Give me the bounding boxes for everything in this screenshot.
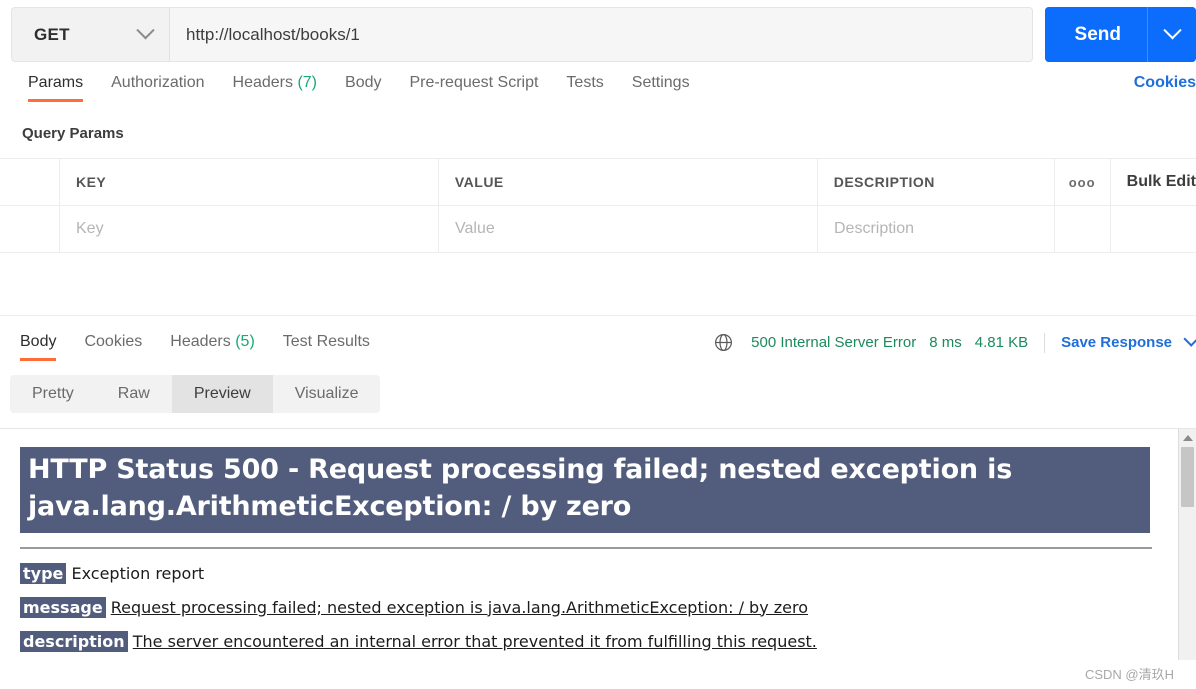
meta-divider: [1044, 332, 1046, 353]
error-banner: HTTP Status 500 - Request processing fai…: [20, 447, 1150, 533]
watermark: CSDN @清玖H: [1084, 667, 1174, 682]
response-tab-headers-label: Headers: [170, 333, 231, 350]
row-spacer-bulk: [1111, 206, 1196, 252]
error-label-type: type: [20, 562, 67, 584]
tab-pre-request-script[interactable]: Pre-request Script: [395, 74, 552, 102]
query-params-title: Query Params: [22, 125, 124, 142]
http-method-selector[interactable]: GET: [11, 7, 169, 62]
more-options-icon: ooo: [1068, 174, 1096, 190]
tab-headers-label: Headers: [232, 74, 293, 91]
chevron-down-icon: [1162, 21, 1182, 40]
view-mode-visualize-label: Visualize: [294, 385, 359, 402]
view-mode-group: Pretty Raw Preview Visualize: [10, 375, 381, 413]
error-label-message: message: [20, 596, 106, 618]
response-size: 4.81 KB: [974, 334, 1029, 351]
send-button[interactable]: Send: [1044, 7, 1147, 62]
table-header-row: KEY VALUE DESCRIPTION ooo Bulk Edit: [0, 159, 1196, 206]
bulk-edit-label: Bulk Edit: [1126, 173, 1196, 190]
response-tab-test-results-label: Test Results: [282, 333, 370, 350]
status-badge: 500 Internal Server Error: [751, 334, 917, 351]
save-response-button[interactable]: Save Response: [1061, 334, 1172, 351]
response-meta: 500 Internal Server Error 8 ms 4.81 KB S…: [713, 331, 1196, 353]
param-description-input[interactable]: Description: [818, 206, 1055, 252]
param-value-placeholder: Value: [455, 220, 495, 237]
view-mode-pretty[interactable]: Pretty: [10, 375, 96, 413]
column-header-description: DESCRIPTION: [818, 159, 1055, 205]
view-mode-visualize[interactable]: Visualize: [273, 375, 381, 413]
response-tab-headers-count: (5): [235, 333, 255, 350]
response-tab-body-label: Body: [20, 333, 57, 350]
tab-headers-count: (7): [297, 74, 318, 91]
tab-pre-request-script-label: Pre-request Script: [409, 74, 539, 91]
request-url-bar: GET http://localhost/books/1 Send: [0, 0, 1196, 62]
tab-params-label: Params: [28, 74, 84, 91]
globe-icon: [713, 332, 734, 353]
tab-tests-label: Tests: [566, 74, 604, 91]
select-all-checkbox-cell[interactable]: [0, 159, 60, 205]
view-mode-raw-label: Raw: [117, 385, 150, 402]
response-view-modes: Pretty Raw Preview Visualize: [0, 361, 1196, 413]
view-mode-preview-label: Preview: [193, 385, 251, 402]
tab-authorization-label: Authorization: [111, 74, 205, 91]
view-mode-raw[interactable]: Raw: [96, 375, 172, 413]
column-header-value-label: VALUE: [454, 174, 504, 190]
response-tab-cookies[interactable]: Cookies: [70, 333, 156, 361]
error-value-description: The server encountered an internal error…: [132, 631, 817, 651]
response-preview-pane: HTTP Status 500 - Request processing fai…: [0, 428, 1196, 660]
request-response-gap: [0, 253, 1196, 315]
triangle-up-icon: [1182, 434, 1193, 441]
column-header-key-label: KEY: [75, 174, 107, 190]
chevron-down-icon: [136, 21, 155, 40]
tab-settings[interactable]: Settings: [618, 74, 704, 102]
url-input[interactable]: http://localhost/books/1: [169, 7, 1033, 62]
param-key-input[interactable]: Key: [60, 206, 439, 252]
row-checkbox-cell[interactable]: [0, 206, 60, 252]
request-tabs: Params Authorization Headers (7) Body Pr…: [0, 58, 1196, 103]
column-header-description-label: DESCRIPTION: [833, 174, 935, 190]
bulk-edit-button[interactable]: Bulk Edit: [1111, 159, 1196, 205]
table-options-button[interactable]: ooo: [1055, 159, 1111, 205]
error-value-message: Request processing failed; nested except…: [110, 597, 809, 617]
response-tab-cookies-label: Cookies: [84, 333, 143, 350]
param-description-placeholder: Description: [834, 220, 915, 237]
table-row: Key Value Description: [0, 206, 1196, 252]
response-tab-headers[interactable]: Headers (5): [156, 333, 269, 361]
tab-settings-label: Settings: [631, 74, 690, 91]
view-mode-preview[interactable]: Preview: [171, 375, 273, 413]
response-tabs: Body Cookies Headers (5) Test Results 50…: [0, 316, 1196, 361]
view-mode-pretty-label: Pretty: [32, 385, 74, 402]
send-options-button[interactable]: [1147, 7, 1196, 62]
param-key-placeholder: Key: [76, 220, 104, 237]
cookies-link[interactable]: Cookies: [1134, 74, 1196, 92]
row-spacer-dots: [1055, 206, 1111, 252]
error-row-description: description The server encountered an in…: [20, 630, 1172, 652]
response-preview-content: HTTP Status 500 - Request processing fai…: [0, 429, 1196, 652]
query-params-table: KEY VALUE DESCRIPTION ooo Bulk Edit Key …: [0, 158, 1196, 253]
tab-authorization[interactable]: Authorization: [97, 74, 218, 102]
send-button-group: Send: [1044, 7, 1196, 62]
tab-body[interactable]: Body: [331, 74, 395, 102]
scroll-up-button[interactable]: [1179, 429, 1196, 446]
chevron-down-icon[interactable]: [1183, 331, 1196, 347]
error-label-description: description: [20, 630, 128, 652]
column-header-value: VALUE: [439, 159, 818, 205]
response-tab-test-results[interactable]: Test Results: [269, 333, 384, 361]
tab-tests[interactable]: Tests: [552, 74, 617, 102]
column-header-key: KEY: [60, 159, 439, 205]
scrollbar-thumb[interactable]: [1181, 447, 1194, 507]
error-value-type: Exception report: [71, 563, 205, 583]
error-row-type: type Exception report: [20, 562, 1172, 584]
response-time: 8 ms: [929, 334, 962, 351]
response-tab-body[interactable]: Body: [6, 333, 70, 361]
param-value-input[interactable]: Value: [439, 206, 818, 252]
tab-body-label: Body: [345, 74, 382, 91]
error-divider: [20, 546, 1152, 549]
tab-headers[interactable]: Headers (7): [219, 74, 332, 102]
tab-params[interactable]: Params: [14, 74, 97, 102]
error-row-message: message Request processing failed; neste…: [20, 596, 1172, 618]
http-method-label: GET: [34, 24, 70, 44]
preview-scrollbar[interactable]: [1178, 429, 1196, 660]
